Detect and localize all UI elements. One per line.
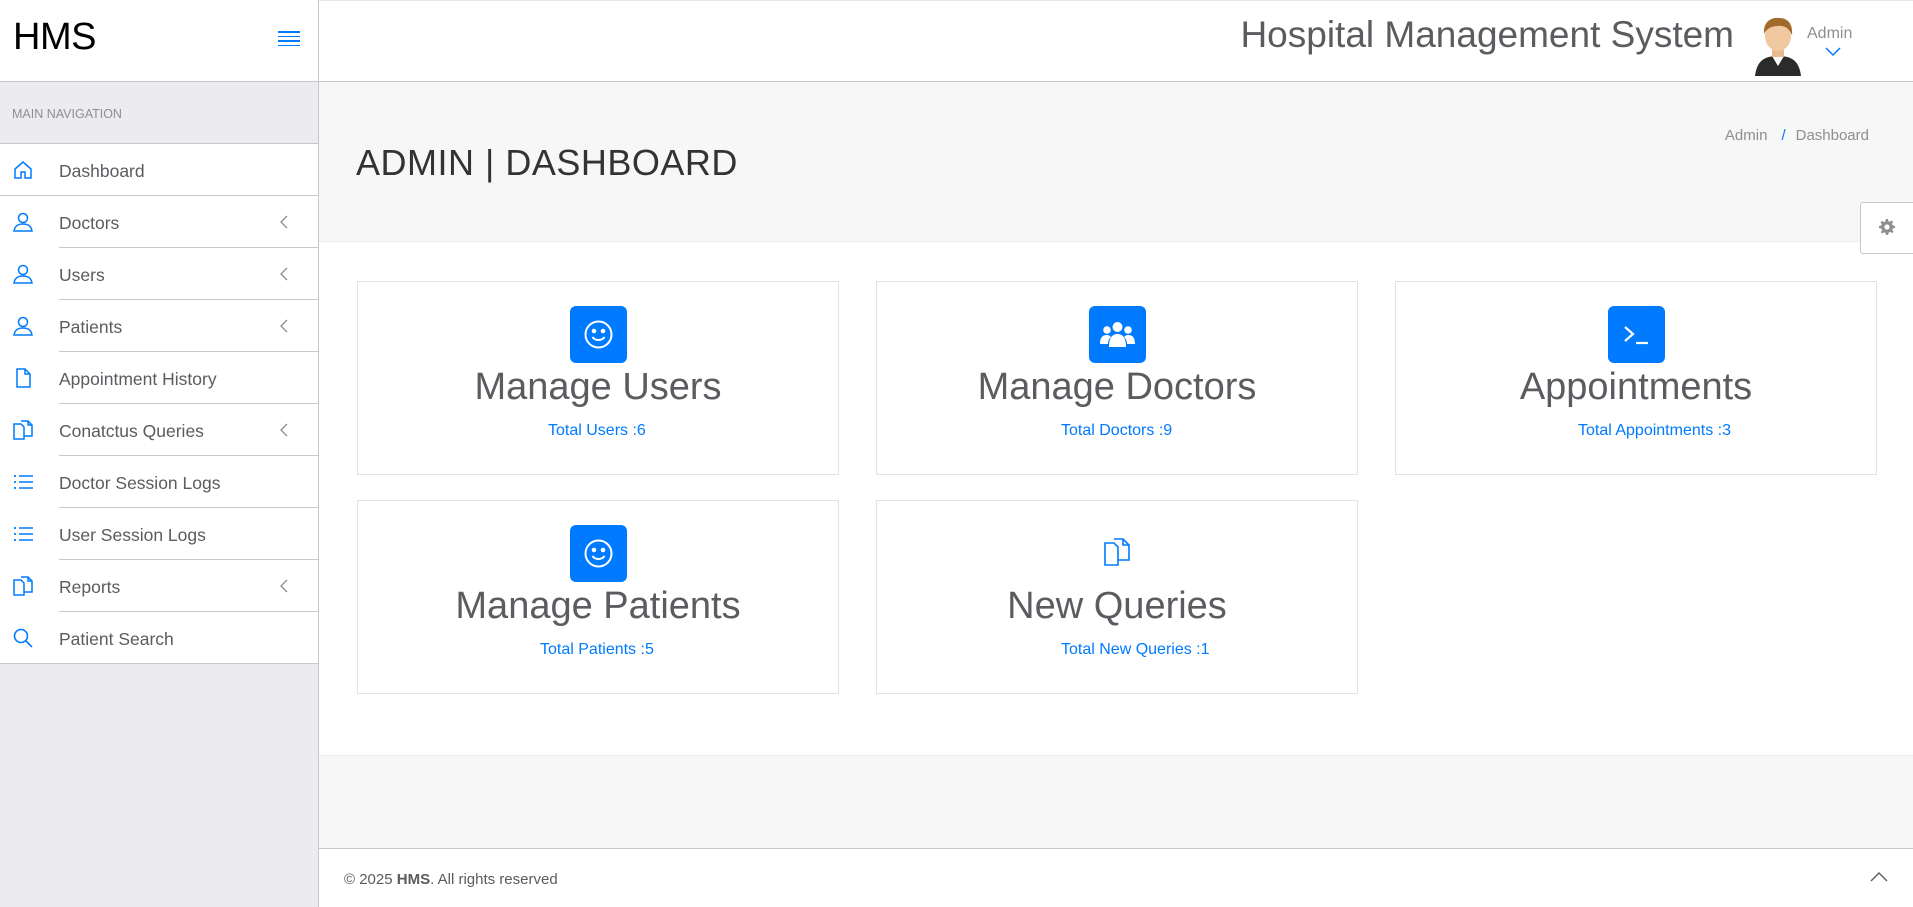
sidebar-item-label: Dashboard bbox=[59, 161, 145, 181]
sidebar: HMS MAIN NAVIGATION Dashboard Doctors Us… bbox=[0, 0, 319, 907]
sidebar-nav: Dashboard Doctors Users Patients Appoint… bbox=[0, 143, 318, 664]
breadcrumb: Admin / Dashboard bbox=[1724, 127, 1869, 144]
footer-brand: HMS bbox=[396, 871, 431, 888]
smile-icon bbox=[570, 306, 627, 363]
card-manage-patients: Manage Patients Total Patients :5 bbox=[357, 500, 839, 694]
chevron-down-icon[interactable] bbox=[1825, 47, 1841, 57]
chevron-left-icon bbox=[280, 215, 288, 229]
sidebar-item-label: Doctor Session Logs bbox=[59, 473, 221, 493]
chevron-left-icon bbox=[280, 319, 288, 333]
sidebar-item-user-session-logs[interactable]: User Session Logs bbox=[0, 508, 318, 560]
card-manage-doctors: Manage Doctors Total Doctors :9 bbox=[876, 281, 1358, 475]
copyright-text: © 2025 HMS. All rights reserved bbox=[344, 871, 558, 888]
smile-icon bbox=[570, 525, 627, 582]
user-icon bbox=[13, 212, 33, 232]
sidebar-item-label: Patients bbox=[59, 317, 123, 337]
users-group-icon bbox=[1089, 306, 1146, 363]
sidebar-item-contactus-queries[interactable]: Conatctus Queries bbox=[0, 404, 318, 456]
avatar[interactable] bbox=[1751, 14, 1805, 76]
sidebar-item-label: Appointment History bbox=[59, 369, 217, 389]
sidebar-item-label: Doctors bbox=[59, 213, 120, 233]
card-title: Manage Users bbox=[474, 366, 722, 408]
settings-toggle[interactable] bbox=[1860, 202, 1913, 254]
total-users-link[interactable]: Total Users :6 bbox=[548, 422, 646, 440]
page-title: ADMIN | DASHBOARD bbox=[356, 142, 738, 183]
sidebar-item-label: User Session Logs bbox=[59, 525, 206, 545]
list-icon bbox=[14, 527, 33, 541]
chevron-left-icon bbox=[280, 267, 288, 281]
sidebar-item-label: Reports bbox=[59, 577, 121, 597]
card-title: Manage Patients bbox=[455, 585, 741, 627]
files-icon bbox=[13, 420, 33, 440]
sidebar-item-appointment-history[interactable]: Appointment History bbox=[0, 352, 318, 404]
card-title: Appointments bbox=[1519, 366, 1753, 408]
sidebar-item-patient-search[interactable]: Patient Search bbox=[0, 612, 318, 664]
sidebar-item-doctors[interactable]: Doctors bbox=[0, 196, 318, 248]
hamburger-menu-icon[interactable] bbox=[278, 31, 300, 49]
brand-logo[interactable]: HMS bbox=[13, 16, 96, 59]
content-bottom-band bbox=[319, 755, 1913, 850]
sidebar-item-users[interactable]: Users bbox=[0, 248, 318, 300]
sidebar-item-patients[interactable]: Patients bbox=[0, 300, 318, 352]
sidebar-item-dashboard[interactable]: Dashboard bbox=[0, 144, 318, 196]
sidebar-item-label: Conatctus Queries bbox=[59, 421, 204, 441]
nav-section-title: MAIN NAVIGATION bbox=[12, 107, 122, 121]
top-header: Hospital Management System Admin bbox=[319, 0, 1913, 82]
card-appointments: Appointments Total Appointments :3 bbox=[1395, 281, 1877, 475]
files-icon bbox=[1089, 525, 1146, 582]
card-title: Manage Doctors bbox=[977, 366, 1257, 408]
total-patients-link[interactable]: Total Patients :5 bbox=[540, 641, 654, 659]
sidebar-item-reports[interactable]: Reports bbox=[0, 560, 318, 612]
system-title: Hospital Management System bbox=[1240, 14, 1734, 55]
chevron-left-icon bbox=[280, 579, 288, 593]
file-icon bbox=[16, 368, 31, 388]
chevron-left-icon bbox=[280, 423, 288, 437]
page-header: ADMIN | DASHBOARD Admin / Dashboard bbox=[319, 82, 1913, 242]
card-title: New Queries bbox=[1007, 585, 1227, 627]
files-icon bbox=[13, 576, 33, 596]
breadcrumb-dashboard: Dashboard bbox=[1795, 127, 1869, 144]
breadcrumb-admin[interactable]: Admin bbox=[1725, 127, 1768, 144]
sidebar-item-label: Patient Search bbox=[59, 629, 174, 649]
card-manage-users: Manage Users Total Users :6 bbox=[357, 281, 839, 475]
user-name[interactable]: Admin bbox=[1807, 25, 1852, 43]
sidebar-item-doctor-session-logs[interactable]: Doctor Session Logs bbox=[0, 456, 318, 508]
home-icon bbox=[14, 161, 32, 179]
total-appointments-link[interactable]: Total Appointments :3 bbox=[1578, 422, 1731, 440]
scroll-to-top-icon[interactable] bbox=[1869, 869, 1889, 883]
terminal-icon bbox=[1608, 306, 1665, 363]
user-icon bbox=[13, 264, 33, 284]
total-doctors-link[interactable]: Total Doctors :9 bbox=[1061, 422, 1172, 440]
search-icon bbox=[13, 628, 33, 648]
user-icon bbox=[13, 316, 33, 336]
card-new-queries: New Queries Total New Queries :1 bbox=[876, 500, 1358, 694]
gear-icon bbox=[1879, 219, 1895, 235]
list-icon bbox=[14, 475, 33, 489]
brand-bar: HMS bbox=[0, 0, 318, 82]
sidebar-item-label: Users bbox=[59, 265, 105, 285]
total-new-queries-link[interactable]: Total New Queries :1 bbox=[1061, 641, 1210, 659]
footer: © 2025 HMS. All rights reserved bbox=[319, 848, 1913, 907]
main-content: ADMIN | DASHBOARD Admin / Dashboard Manage… bbox=[319, 82, 1913, 907]
